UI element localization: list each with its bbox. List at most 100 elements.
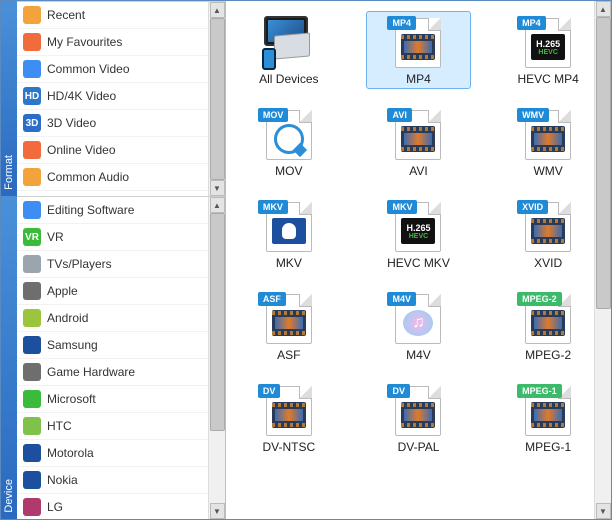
video-icon — [23, 60, 41, 78]
hevc-icon: H.265HEVC — [531, 34, 565, 60]
sidebar-item-label: Online Video — [47, 143, 116, 157]
samsung-icon — [23, 336, 41, 354]
format-icon: MP4 — [389, 14, 447, 68]
sidebar-item[interactable]: HD HD/4K Video — [17, 83, 225, 110]
scrollbar-format[interactable]: ▲ ▼ — [208, 2, 225, 196]
format-badge: MKV — [258, 200, 288, 214]
devices-icon — [260, 14, 318, 68]
sidebar-item-label: Apple — [47, 284, 78, 298]
format-item[interactable]: MP4H.265HEVCHEVC MP4 — [495, 11, 601, 89]
lg-icon — [23, 498, 41, 516]
format-badge: MKV — [387, 200, 417, 214]
sidebar-item[interactable]: Nokia — [17, 467, 225, 494]
panel-list-format: RecentMy FavouritesCommon Video HD HD/4K V… — [17, 1, 225, 196]
format-label: MKV — [276, 256, 302, 270]
scroll-track[interactable] — [596, 17, 611, 503]
format-item[interactable]: AVIAVI — [366, 103, 472, 181]
scroll-down-icon[interactable]: ▼ — [210, 180, 225, 196]
scroll-track[interactable] — [210, 18, 225, 180]
format-icon: MPEG-1 — [519, 382, 577, 436]
audio-icon — [23, 168, 41, 186]
panel-device: Device Editing Software VR VR TVs/Players Ap… — [1, 196, 225, 519]
scroll-down-icon[interactable]: ▼ — [596, 503, 611, 519]
panel-tab-format[interactable]: Format — [1, 1, 17, 196]
format-item[interactable]: All Devices — [236, 11, 342, 89]
scroll-up-icon[interactable]: ▲ — [210, 197, 225, 213]
format-item[interactable]: DVDV-NTSC — [236, 379, 342, 457]
format-item[interactable]: ASF ASF — [236, 287, 342, 365]
format-item[interactable]: WMVWMV — [495, 103, 601, 181]
format-icon: MKVH.265HEVC — [389, 198, 447, 252]
format-label: ASF — [277, 348, 300, 362]
sidebar-item[interactable]: My Favourites — [17, 29, 225, 56]
format-item[interactable]: MPEG-2MPEG-2 — [495, 287, 601, 365]
scroll-up-icon[interactable]: ▲ — [210, 2, 225, 18]
scroll-thumb[interactable] — [210, 18, 225, 180]
sidebar-item[interactable]: Common Audio — [17, 164, 225, 191]
scroll-up-icon[interactable]: ▲ — [596, 1, 611, 17]
tv-icon — [23, 255, 41, 273]
sidebar-item-label: VR — [47, 230, 64, 244]
format-item[interactable]: M4V♫M4V — [366, 287, 472, 365]
vr-icon: VR — [23, 228, 41, 246]
sidebar-item[interactable]: LG — [17, 494, 225, 519]
sidebar-item[interactable]: Online Video — [17, 137, 225, 164]
android-icon — [23, 309, 41, 327]
sidebar-item[interactable]: Android — [17, 305, 225, 332]
scroll-thumb[interactable] — [210, 213, 225, 431]
motorola-icon — [23, 444, 41, 462]
format-badge: MPEG-2 — [517, 292, 562, 306]
sidebar-item[interactable]: Common Video — [17, 56, 225, 83]
format-label: DV-NTSC — [262, 440, 315, 454]
sidebar-item[interactable]: HTC — [17, 413, 225, 440]
sidebar-item-label: LG — [47, 500, 63, 514]
format-item[interactable]: MOVMOV — [236, 103, 342, 181]
scroll-down-icon[interactable]: ▼ — [210, 503, 225, 519]
format-label: AVI — [409, 164, 427, 178]
format-badge: MPEG-1 — [517, 384, 562, 398]
sidebar-item-label: Nokia — [47, 473, 78, 487]
format-icon: MKV — [260, 198, 318, 252]
scrollbar-device[interactable]: ▲ ▼ — [208, 197, 225, 519]
htc-icon — [23, 417, 41, 435]
sidebar-item-label: Android — [47, 311, 88, 325]
hd-icon: HD — [23, 87, 41, 105]
sidebar-item[interactable]: Motorola — [17, 440, 225, 467]
film-strip-icon — [531, 218, 565, 244]
scroll-track[interactable] — [210, 213, 225, 503]
format-label: HEVC MKV — [387, 256, 450, 270]
clock-icon — [23, 6, 41, 24]
film-strip-icon — [272, 402, 306, 428]
format-item[interactable]: MPEG-1MPEG-1 — [495, 379, 601, 457]
sidebar-item[interactable]: Editing Software — [17, 197, 225, 224]
sidebar-item-label: HD/4K Video — [47, 89, 116, 103]
format-badge: MOV — [258, 108, 289, 122]
heart-icon — [23, 33, 41, 51]
format-item[interactable]: MP4MP4 — [366, 11, 472, 89]
sidebar-item[interactable]: 3D3D Video — [17, 110, 225, 137]
format-icon: ASF — [260, 290, 318, 344]
format-label: HEVC MP4 — [517, 72, 578, 86]
sidebar-item[interactable]: Game Hardware — [17, 359, 225, 386]
sidebar-item-label: Samsung — [47, 338, 98, 352]
panel-format: Format RecentMy FavouritesCommon VideoHD… — [1, 1, 225, 196]
sidebar-item[interactable]: Recent — [17, 2, 225, 29]
format-item[interactable]: MKVH.265HEVC HEVC MKV — [366, 195, 472, 273]
panel-tab-device[interactable]: Device — [1, 196, 17, 519]
film-strip-icon — [401, 402, 435, 428]
sidebar-item[interactable]: Samsung — [17, 332, 225, 359]
format-badge: MP4 — [387, 16, 416, 30]
sidebar-item[interactable]: TVs/Players — [17, 251, 225, 278]
sidebar-item[interactable]: Microsoft — [17, 386, 225, 413]
panel-list-device: Editing Software VR VR TVs/Players Apple Andr… — [17, 196, 225, 519]
sidebar-item-label: Game Hardware — [47, 365, 135, 379]
format-item[interactable]: MKV MKV — [236, 195, 342, 273]
format-item[interactable]: XVIDXVID — [495, 195, 601, 273]
film-strip-icon — [531, 310, 565, 336]
sidebar-item[interactable]: VR VR — [17, 224, 225, 251]
scroll-thumb[interactable] — [596, 17, 611, 309]
format-item[interactable]: DVDV-PAL — [366, 379, 472, 457]
sidebar-item[interactable]: Apple — [17, 278, 225, 305]
format-icon: MPEG-2 — [519, 290, 577, 344]
scrollbar-content[interactable]: ▲ ▼ — [594, 1, 611, 519]
